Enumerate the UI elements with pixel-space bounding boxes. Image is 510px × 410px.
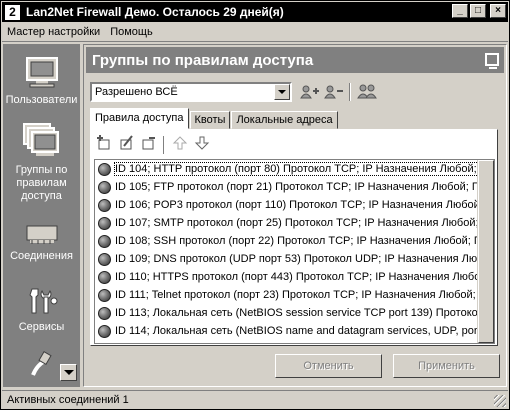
rules-list[interactable]: ID 104; HTTP протокол (порт 80) Протокол… (94, 159, 495, 344)
sidebar-item-groups[interactable]: Группы по правилам доступа (3, 122, 80, 203)
panel-header: Группы по правилам доступа (86, 47, 504, 73)
delete-rule-icon (142, 137, 155, 150)
status-text: Активных соединений 1 (7, 394, 129, 406)
main-panel: Группы по правилам доступа Разрешено ВСЁ (83, 44, 507, 387)
sidebar-item-label: Пользователи (5, 94, 78, 106)
rule-text: ID 109; DNS протокол (UDP порт 53) Прото… (115, 253, 494, 265)
rule-text: ID 111; Telnet протокол (порт 23) Проток… (115, 289, 494, 301)
edit-rule-icon (120, 135, 133, 150)
rule-text: ID 114; Локальная сеть (NetBIOS name and… (115, 325, 494, 337)
rule-status-icon[interactable] (98, 288, 111, 302)
network-card-icon (26, 225, 57, 244)
sidebar-item-label: Соединения (10, 250, 73, 262)
group-properties-button[interactable] (356, 82, 378, 102)
tab-quotas[interactable]: Квоты (189, 111, 231, 129)
scrollbar-thumb[interactable] (478, 160, 494, 343)
add-group-icon (300, 85, 319, 99)
rule-status-icon[interactable] (98, 180, 111, 194)
rule-row[interactable]: ID 111; Telnet протокол (порт 23) Проток… (95, 286, 494, 304)
rule-row[interactable]: ID 109; DNS протокол (UDP порт 53) Прото… (95, 250, 494, 268)
sidebar-item-label: Сервисы (18, 321, 65, 333)
monitor-icon (25, 57, 58, 88)
rule-row[interactable]: ID 106; POP3 протокол (порт 110) Протоко… (95, 196, 494, 214)
remove-group-icon (324, 85, 343, 99)
group-select[interactable]: Разрешено ВСЁ (90, 82, 292, 102)
tab-access-rules[interactable]: Правила доступа (90, 108, 189, 129)
rules-scrollbar[interactable] (477, 160, 494, 343)
rule-text: ID 106; POP3 протокол (порт 110) Протоко… (115, 199, 494, 211)
toolbar-divider (163, 136, 165, 154)
cancel-button[interactable]: Отменить (275, 354, 382, 378)
maximize-button[interactable]: □ (470, 4, 486, 18)
rule-status-icon[interactable] (98, 216, 111, 230)
rule-status-icon[interactable] (98, 198, 111, 212)
add-rule-icon (97, 135, 110, 150)
arrow-down-icon (194, 136, 210, 150)
rule-status-icon[interactable] (98, 252, 111, 266)
group-select-value: Разрешено ВСЁ (95, 86, 178, 98)
screen-icon[interactable] (485, 53, 499, 69)
sidebar-item-more[interactable] (21, 349, 61, 379)
close-button[interactable]: × (490, 4, 506, 18)
app-window: 2 Lan2Net Firewall Демо. Осталось 29 дне… (0, 0, 510, 410)
remove-group-button[interactable] (322, 82, 344, 102)
move-up-button[interactable] (169, 135, 191, 155)
chevron-down-icon[interactable] (274, 84, 290, 100)
rule-text: ID 107; SMTP протокол (порт 25) Протокол… (115, 217, 494, 229)
rule-row[interactable]: ID 107; SMTP протокол (порт 25) Протокол… (95, 214, 494, 232)
rule-row[interactable]: ID 108; SSH протокол (порт 22) Протокол … (95, 232, 494, 250)
edit-rule-button[interactable] (115, 135, 137, 155)
rule-text: ID 110; HTTPS протокол (порт 443) Проток… (115, 271, 490, 283)
rule-status-icon[interactable] (98, 324, 111, 338)
rule-row[interactable]: ID 105; FTP протокол (порт 21) Протокол … (95, 178, 494, 196)
tab-strip: Правила доступа Квоты Локальные адреса (90, 108, 339, 129)
arrow-up-icon (172, 136, 188, 150)
rule-status-icon[interactable] (98, 270, 111, 284)
rule-text: ID 113; Локальная сеть (NetBIOS session … (115, 307, 494, 319)
delete-rule-button[interactable] (137, 135, 159, 155)
rule-row[interactable]: ID 110; HTTPS протокол (порт 443) Проток… (95, 268, 494, 286)
rules-toolbar (93, 134, 495, 156)
resize-grip[interactable] (494, 395, 506, 407)
tab-local-addresses[interactable]: Локальные адреса (231, 111, 338, 129)
sidebar-item-users[interactable]: Пользователи (3, 56, 80, 107)
title-bar[interactable]: 2 Lan2Net Firewall Демо. Осталось 29 дне… (2, 2, 508, 22)
rule-text: ID 104; HTTP протокол (порт 80) Протокол… (114, 162, 494, 176)
rule-status-icon[interactable] (98, 306, 111, 320)
plug-icon (31, 350, 52, 376)
minimize-button[interactable]: _ (452, 4, 468, 18)
tab-content: ID 104; HTTP протокол (порт 80) Протокол… (90, 129, 498, 346)
rule-status-icon[interactable] (98, 162, 111, 176)
sidebar: Пользователи Группы по правилам доступа (3, 44, 80, 387)
menu-bar: Мастер настройки Помощь (2, 23, 508, 42)
apply-button[interactable]: Применить (393, 354, 500, 378)
window-title: Lan2Net Firewall Демо. Осталось 29 дней(… (26, 5, 284, 19)
status-bar: Активных соединений 1 (2, 390, 508, 409)
toolbar-divider (349, 83, 351, 101)
sidebar-scroll-down-button[interactable] (60, 364, 77, 381)
sidebar-item-connections[interactable]: Соединения (3, 222, 80, 263)
move-down-button[interactable] (191, 135, 213, 155)
rule-status-icon[interactable] (98, 234, 111, 248)
sidebar-item-label: Группы по правилам доступа (15, 164, 68, 202)
rule-text: ID 105; FTP протокол (порт 21) Протокол … (115, 181, 494, 193)
menu-help[interactable]: Помощь (105, 26, 158, 38)
groups-icon (22, 123, 59, 156)
sidebar-item-services[interactable]: Сервисы (3, 287, 80, 334)
rule-row[interactable]: ID 104; HTTP протокол (порт 80) Протокол… (95, 160, 494, 178)
add-rule-button[interactable] (93, 135, 115, 155)
tools-icon (28, 288, 57, 314)
menu-setup-wizard[interactable]: Мастер настройки (2, 26, 105, 38)
rule-text: ID 108; SSH протокол (порт 22) Протокол … (115, 235, 494, 247)
app-icon[interactable]: 2 (5, 4, 20, 20)
add-group-button[interactable] (298, 82, 320, 102)
rule-row[interactable]: ID 113; Локальная сеть (NetBIOS session … (95, 304, 494, 322)
rule-row[interactable]: ID 114; Локальная сеть (NetBIOS name and… (95, 322, 494, 340)
users-icon (357, 84, 377, 99)
panel-title: Группы по правилам доступа (92, 51, 314, 69)
